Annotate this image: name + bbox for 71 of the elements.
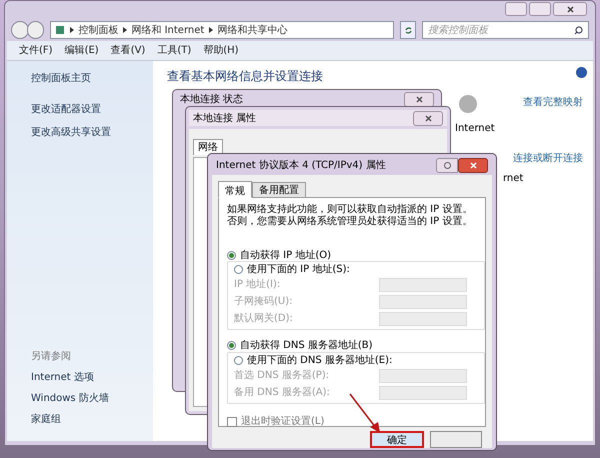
search-icon: [574, 26, 583, 34]
breadcrumb-item[interactable]: 网络和 Internet: [131, 22, 204, 38]
breadcrumb-item[interactable]: 控制面板: [78, 22, 118, 38]
checkbox-label: 退出时验证设置(L): [241, 414, 324, 429]
breadcrumb-item[interactable]: 网络和共享中心: [217, 22, 288, 38]
close-icon: [416, 96, 422, 103]
sidebar-link[interactable]: Internet 选项: [31, 370, 129, 385]
search-field[interactable]: 搜索控制面板: [422, 21, 589, 39]
help-button[interactable]: [436, 158, 458, 173]
radio-label: 使用下面的 IP 地址(S):: [247, 262, 350, 276]
network-icon: [55, 25, 66, 35]
breadcrumb-arrow-icon: [70, 27, 74, 33]
tab[interactable]: 常规: [218, 181, 252, 198]
radio-label: 自动获得 IP 地址(O): [240, 248, 332, 262]
sidebar-link[interactable]: 控制面板主页: [31, 71, 129, 86]
back-button[interactable]: [11, 21, 29, 39]
menu-item[interactable]: 查看(V): [110, 43, 146, 58]
dialog-title: 本地连接 状态: [180, 94, 244, 106]
view-map-link[interactable]: 查看完整映射: [523, 95, 583, 110]
field-label: IP 地址(I):: [234, 278, 282, 292]
breadcrumb-arrow-icon: [123, 27, 128, 33]
close-icon: [566, 6, 574, 12]
field-label: 子网掩码(U):: [234, 295, 294, 309]
radio-label: 使用下面的 DNS 服务器地址(E):: [247, 354, 392, 368]
refresh-button[interactable]: [400, 21, 416, 39]
close-icon: [470, 162, 476, 169]
help-icon: [444, 162, 450, 169]
close-icon: [424, 114, 432, 122]
menu-item[interactable]: 文件(F): [19, 43, 53, 58]
globe-icon: [459, 95, 477, 113]
cancel-button[interactable]: [430, 431, 482, 448]
intro-text: 如果网络支持此功能，则可以获取自动指派的 IP 设置。否则，您需要从网络系统管理员处获得适当的 IP 设置。: [227, 204, 474, 228]
refresh-icon: [404, 26, 413, 34]
dialog-title: 本地连接 属性: [193, 112, 256, 126]
checkbox[interactable]: [227, 416, 237, 426]
radio-button[interactable]: [234, 356, 243, 364]
radio-button[interactable]: [234, 264, 243, 274]
internet-label: Internet: [455, 122, 495, 136]
see-also-heading: 另请参阅: [31, 350, 72, 364]
close-button[interactable]: [553, 2, 587, 16]
field-label: 默认网关(D):: [234, 312, 294, 326]
sidebar-link[interactable]: 更改高级共享设置: [31, 125, 129, 140]
field-label: 首选 DNS 服务器(P):: [234, 368, 330, 383]
radio-label: 自动获得 DNS 服务器地址(B): [240, 338, 373, 352]
menu-item[interactable]: 编辑(E): [64, 43, 99, 58]
sidebar-link[interactable]: 家庭组: [31, 412, 129, 427]
tab[interactable]: 备用配置: [252, 182, 306, 197]
forward-button[interactable]: [26, 21, 44, 39]
breadcrumb-arrow-icon: [209, 27, 214, 33]
dialog-title: Internet 协议版本 4 (TCP/IPv4) 属性: [216, 158, 386, 173]
maximize-button[interactable]: [529, 2, 551, 16]
field-label: 备用 DNS 服务器(A):: [234, 386, 331, 400]
minimize-button[interactable]: [505, 2, 527, 16]
radio-button[interactable]: [227, 340, 236, 350]
help-icon: [576, 67, 587, 78]
sidebar-link[interactable]: Windows 防火墙: [31, 391, 129, 406]
tab[interactable]: 网络: [193, 139, 223, 155]
close-button[interactable]: [404, 92, 434, 107]
radio-button[interactable]: [227, 250, 236, 260]
address-bar[interactable]: 控制面板 网络和 Internet 网络和共享中心: [50, 21, 394, 39]
menu-item[interactable]: 帮助(H): [203, 43, 239, 58]
search-input[interactable]: 搜索控制面板: [428, 22, 568, 38]
close-button[interactable]: [413, 110, 443, 126]
close-button[interactable]: [458, 158, 488, 173]
menu-item[interactable]: 工具(T): [157, 43, 192, 58]
ok-button[interactable]: 确定: [370, 431, 424, 448]
sidebar-link[interactable]: 更改适配器设置: [31, 102, 129, 117]
partial-label: rnet: [503, 172, 524, 186]
connect-link[interactable]: 连接或断开连接: [513, 151, 583, 166]
page-heading: 查看基本网络信息并设置连接: [167, 69, 323, 84]
pointer-arrow: [348, 392, 382, 434]
